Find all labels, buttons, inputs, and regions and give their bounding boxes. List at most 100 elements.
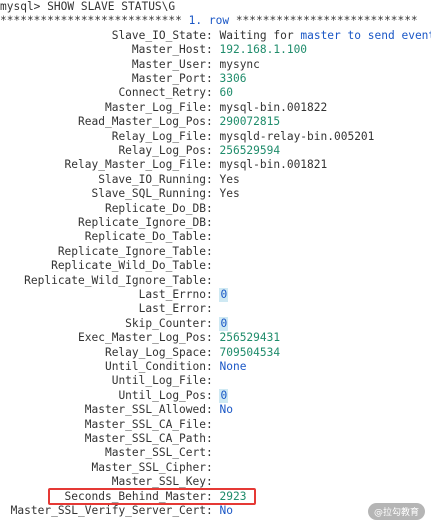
field-key: Relay_Log_Space — [104, 345, 206, 359]
field-value: 709504534 — [219, 345, 281, 359]
row-header-number: 1. — [188, 14, 203, 28]
field-key: Until_Log_File — [111, 374, 206, 388]
field-row-last-error: Last_Error: — [0, 302, 431, 316]
row-header-stars-right: *************************** — [235, 14, 418, 28]
field-separator: : — [206, 100, 220, 114]
field-row-master-port: Master_Port: 3306 — [0, 72, 431, 86]
field-separator: : — [206, 403, 220, 417]
field-key: Relay_Log_File — [111, 129, 206, 143]
field-value: 0 — [219, 388, 229, 404]
field-key: Master_Log_File — [104, 100, 206, 114]
field-row-exec-master-log-pos: Exec_Master_Log_Pos: 256529431 — [0, 331, 431, 345]
field-key: Skip_Counter — [125, 316, 206, 330]
field-separator: : — [206, 72, 220, 85]
field-separator: : — [206, 374, 220, 388]
field-row-connect-retry: Connect_Retry: 60 — [0, 86, 431, 100]
field-key: Master_SSL_CA_File — [84, 417, 206, 431]
field-separator: : — [206, 244, 220, 258]
field-row-until-log-pos: Until_Log_Pos: 0 — [0, 388, 431, 404]
field-row-master-ssl-allowed: Master_SSL_Allowed: No — [0, 403, 431, 417]
field-row-master-log-file: Master_Log_File: mysql-bin.001822 — [0, 101, 431, 115]
field-row-relay-log-pos: Relay_Log_Pos: 256529594 — [0, 144, 431, 158]
field-separator: : — [206, 144, 220, 157]
field-row-relay-log-space: Relay_Log_Space: 709504534 — [0, 346, 431, 360]
field-separator: : — [206, 273, 220, 287]
field-key: Replicate_Do_DB — [104, 201, 206, 215]
field-separator: : — [206, 460, 220, 474]
field-row-read-master-log-pos: Read_Master_Log_Pos: 290072815 — [0, 115, 431, 129]
field-key: Replicate_Wild_Do_Table — [51, 259, 206, 273]
mysql-prompt: mysql> — [0, 0, 48, 13]
field-value: Yes — [219, 187, 240, 201]
field-key: Master_User — [131, 57, 206, 71]
field-value: 290072815 — [219, 115, 281, 129]
field-row-relay-master-log-file: Relay_Master_Log_File: mysql-bin.001821 — [0, 158, 431, 172]
field-key: Replicate_Ignore_DB — [78, 216, 206, 229]
field-separator: : — [206, 216, 220, 229]
field-separator: : — [206, 201, 220, 215]
field-separator: : — [206, 360, 220, 373]
field-row-replicate-wild-do-table: Replicate_Wild_Do_Table: — [0, 259, 431, 273]
field-separator: : — [206, 57, 220, 71]
field-key: Master_Port — [131, 72, 206, 85]
field-key: Relay_Master_Log_File — [64, 158, 206, 172]
field-row-skip-counter: Skip_Counter: 0 — [0, 316, 431, 332]
field-separator: : — [206, 115, 220, 129]
field-separator: : — [206, 504, 220, 517]
field-separator: : — [206, 417, 220, 431]
watermark: @拉勾教育 — [367, 503, 425, 520]
field-value: 0 — [219, 288, 229, 303]
field-separator: : — [206, 388, 220, 402]
field-value: Yes — [219, 172, 240, 186]
row-header: *************************** 1. row *****… — [0, 14, 418, 28]
field-key: Master_SSL_CA_Path — [84, 432, 206, 445]
field-separator: : — [206, 158, 220, 172]
field-separator: : — [206, 43, 220, 57]
field-row-master-ssl-ca-file: Master_SSL_CA_File: — [0, 418, 431, 432]
field-key: Slave_IO_Running — [98, 172, 206, 186]
field-value: Waiting for master to send event — [219, 28, 431, 42]
field-row-replicate-ignore-db: Replicate_Ignore_DB: — [0, 216, 431, 230]
field-key: Master_Host — [131, 43, 206, 57]
field-key: Relay_Log_Pos — [118, 144, 206, 157]
field-value: mysync — [219, 57, 260, 71]
field-row-replicate-ignore-table: Replicate_Ignore_Table: — [0, 245, 431, 259]
field-key: Master_SSL_Cipher — [91, 460, 206, 474]
field-row-replicate-do-db: Replicate_Do_DB: — [0, 202, 431, 216]
field-value: 60 — [219, 86, 233, 100]
field-key: Read_Master_Log_Pos — [78, 115, 206, 129]
field-separator: : — [206, 129, 220, 143]
field-key: Replicate_Do_Table — [84, 230, 206, 244]
field-value: 256529431 — [219, 331, 281, 345]
field-key: Until_Log_Pos — [118, 388, 206, 402]
field-separator: : — [206, 172, 220, 186]
field-separator: : — [206, 259, 220, 273]
field-row-slave-io-running: Slave_IO_Running: Yes — [0, 173, 431, 187]
field-row-replicate-do-table: Replicate_Do_Table: — [0, 230, 431, 244]
field-row-master-host: Master_Host: 192.168.1.100 — [0, 43, 431, 57]
field-row-last-errno: Last_Errno: 0 — [0, 288, 431, 303]
field-row-master-user: Master_User: mysync — [0, 58, 431, 72]
field-separator: : — [206, 187, 220, 201]
field-value: None — [219, 360, 247, 373]
field-key: Connect_Retry — [118, 86, 206, 100]
row-header-stars-left: *************************** — [0, 14, 182, 28]
field-key: Slave_IO_State — [111, 28, 206, 42]
field-row-master-ssl-cert: Master_SSL_Cert: — [0, 446, 431, 460]
field-separator: : — [206, 446, 220, 460]
field-key: Last_Errno — [138, 288, 206, 301]
terminal-output: mysql> SHOW SLAVE STATUS\G *************… — [0, 0, 431, 526]
field-separator: : — [206, 316, 220, 330]
field-separator: : — [206, 302, 220, 316]
field-row-slave-sql-running: Slave_SQL_Running: Yes — [0, 187, 431, 201]
field-value: 0 — [219, 316, 229, 332]
field-separator: : — [206, 86, 220, 100]
field-value: No — [219, 403, 233, 417]
field-row-until-condition: Until_Condition: None — [0, 360, 431, 374]
field-row-slave-io-state: Slave_IO_State: Waiting for master to se… — [0, 29, 431, 43]
field-row-relay-log-file: Relay_Log_File: mysqld-relay-bin.005201 — [0, 130, 431, 144]
field-key: Master_SSL_Cert — [104, 446, 206, 460]
field-key: Slave_SQL_Running — [91, 187, 206, 201]
field-key: Replicate_Ignore_Table — [57, 244, 206, 258]
field-value: mysqld-relay-bin.005201 — [219, 129, 375, 143]
